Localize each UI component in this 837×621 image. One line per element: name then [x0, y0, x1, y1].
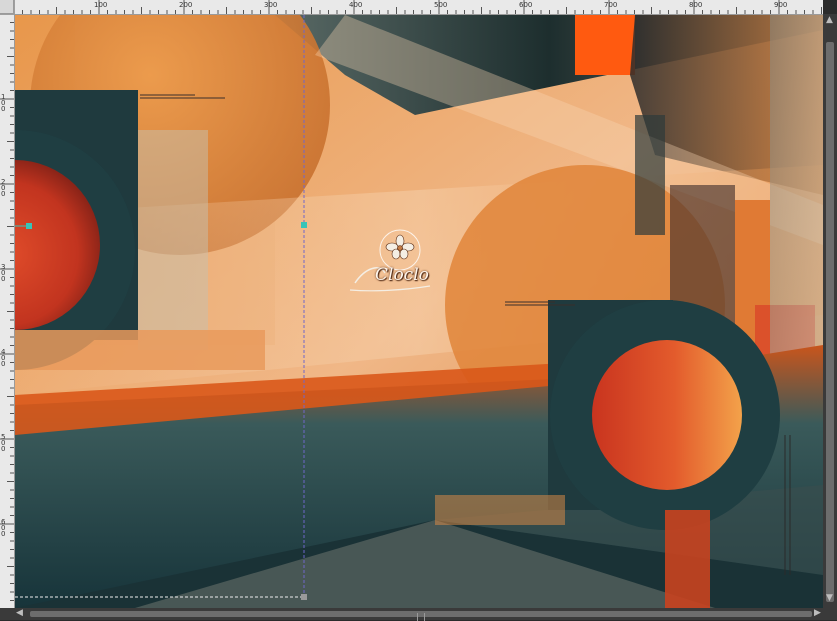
ruler-label: 900: [774, 1, 788, 9]
watermark-text: Cloclo: [375, 265, 429, 285]
ruler-label: 100: [1, 93, 6, 113]
horizontal-scroll-thumb[interactable]: [30, 611, 812, 621]
scroll-left-arrow-icon[interactable]: ◀: [16, 609, 23, 618]
ruler-corner[interactable]: [0, 0, 14, 14]
ruler-label: 800: [689, 1, 703, 9]
flower-logo-icon: [349, 229, 431, 292]
ruler-label: 400: [1, 348, 6, 368]
scroll-up-arrow-icon[interactable]: ▲: [826, 16, 833, 25]
ruler-label: 100: [94, 1, 108, 9]
ruler-label: 600: [519, 1, 533, 9]
horizontal-scrollbar[interactable]: ◀ ▶: [0, 608, 837, 621]
ruler-label: 700: [604, 1, 618, 9]
ruler-label: 600: [1, 518, 6, 538]
ruler-label: 500: [1, 433, 6, 453]
ruler-label: 400: [349, 1, 363, 9]
vertical-ruler[interactable]: 100 200 300 400 500 600: [0, 14, 15, 608]
scroll-right-arrow-icon[interactable]: ▶: [814, 609, 821, 618]
vertical-scrollbar[interactable]: ▲ ▼: [823, 14, 837, 608]
ruler-label: 300: [264, 1, 278, 9]
horizontal-ruler[interactable]: 100 200 300 400 500 600 700 800 900: [14, 0, 823, 15]
abstract-artwork: [15, 15, 823, 608]
scroll-down-arrow-icon[interactable]: ▼: [826, 594, 833, 603]
ruler-label: 300: [1, 263, 6, 283]
image-canvas[interactable]: Cloclo: [15, 15, 823, 608]
ruler-label: 500: [434, 1, 448, 9]
vertical-scroll-thumb[interactable]: [826, 42, 834, 602]
ruler-label: 200: [1, 178, 6, 198]
ruler-label: 200: [179, 1, 193, 9]
